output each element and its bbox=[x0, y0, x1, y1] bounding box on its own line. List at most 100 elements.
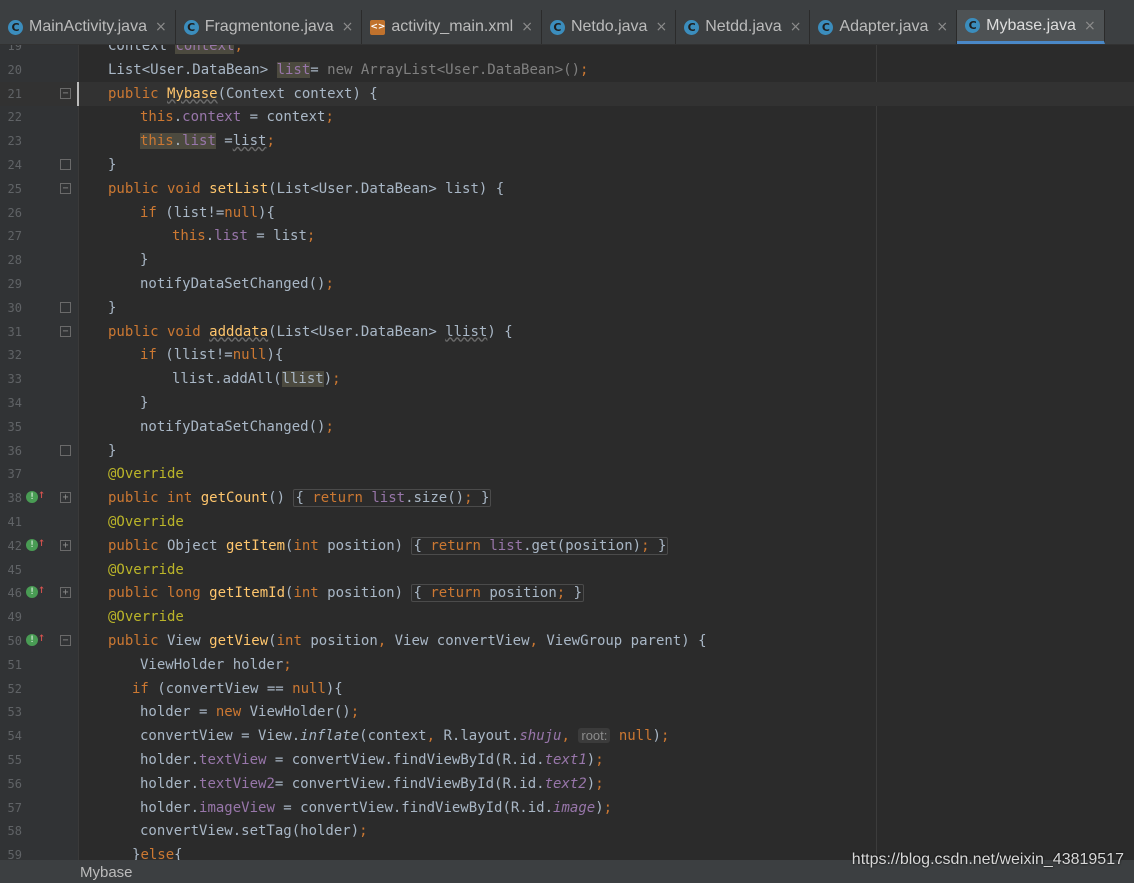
code-text[interactable]: this.list = list; bbox=[172, 224, 315, 248]
code-text[interactable]: } bbox=[140, 391, 148, 415]
override-marker-icon[interactable]: ! bbox=[26, 538, 38, 551]
code-line[interactable]: 38! ↑ + public int getCount() { return list… bbox=[0, 486, 1134, 510]
code-line[interactable]: 21 − public Mybase(Context context) { bbox=[0, 81, 1134, 106]
code-line[interactable]: 26 if (list!=null){ bbox=[0, 201, 1134, 225]
code-text[interactable]: convertView.setTag(holder); bbox=[140, 819, 368, 843]
code-text[interactable]: public int getCount() { return list.size… bbox=[108, 486, 492, 510]
code-line[interactable]: 41 @Override bbox=[0, 510, 1134, 534]
code-line[interactable]: 23 this.list =list; bbox=[0, 129, 1134, 153]
code-text[interactable]: holder.imageView = convertView.findViewB… bbox=[140, 796, 612, 820]
fold-expand-icon[interactable]: + bbox=[60, 539, 71, 551]
code-line[interactable]: 25 − public void setList(List<User.DataBea… bbox=[0, 177, 1134, 201]
code-line[interactable]: 51 ViewHolder holder; bbox=[0, 653, 1134, 677]
code-line[interactable]: 57 holder.imageView = convertView.findVie… bbox=[0, 796, 1134, 820]
close-icon[interactable]: × bbox=[1084, 18, 1096, 34]
code-text[interactable]: notifyDataSetChanged(); bbox=[140, 415, 334, 439]
fold-collapse-icon[interactable]: − bbox=[60, 635, 71, 646]
code-text[interactable]: if (list!=null){ bbox=[140, 201, 275, 225]
code-text[interactable]: notifyDataSetChanged(); bbox=[140, 272, 334, 296]
code-line[interactable]: 36} bbox=[0, 439, 1134, 463]
fold-collapse-icon[interactable]: − bbox=[60, 87, 71, 99]
editor-tab[interactable]: <> activity_main.xml × bbox=[362, 10, 542, 44]
implements-arrow-icon[interactable]: ↑ bbox=[38, 488, 45, 500]
close-icon[interactable]: × bbox=[790, 19, 802, 35]
code-text[interactable]: if (convertView == null){ bbox=[132, 677, 343, 701]
code-text[interactable]: @Override bbox=[108, 510, 184, 534]
close-icon[interactable]: × bbox=[521, 19, 533, 35]
fold-collapse-icon[interactable]: − bbox=[60, 325, 71, 337]
code-line[interactable]: 55 holder.textView = convertView.findView… bbox=[0, 748, 1134, 772]
code-text[interactable]: public long getItemId(int position) { re… bbox=[108, 581, 585, 605]
code-text[interactable]: llist.addAll(llist); bbox=[172, 367, 341, 391]
code-text[interactable]: public void setList(List<User.DataBean> … bbox=[108, 177, 504, 201]
code-line[interactable]: 37 @Override bbox=[0, 462, 1134, 486]
fold-end-icon[interactable] bbox=[60, 159, 71, 170]
code-line[interactable]: 32 if (llist!=null){ bbox=[0, 343, 1134, 367]
implements-arrow-icon[interactable]: ↑ bbox=[38, 583, 45, 595]
code-text[interactable]: ViewHolder holder; bbox=[140, 653, 292, 677]
override-marker-icon[interactable]: ! bbox=[26, 634, 38, 646]
code-text[interactable]: if (llist!=null){ bbox=[140, 343, 283, 367]
code-text[interactable]: @Override bbox=[108, 558, 184, 582]
fold-expand-icon[interactable]: + bbox=[60, 587, 71, 599]
code-text[interactable]: } bbox=[140, 248, 148, 272]
code-text[interactable]: holder = new ViewHolder(); bbox=[140, 700, 359, 724]
code-line[interactable]: 20 List<User.DataBean> list= new ArrayLis… bbox=[0, 58, 1134, 82]
code-line[interactable]: 42! ↑ + public Object getItem(int position)… bbox=[0, 534, 1134, 558]
fold-end-icon[interactable] bbox=[60, 444, 71, 456]
editor-tab[interactable]: C Fragmentone.java × bbox=[176, 10, 363, 44]
code-line[interactable]: 54 convertView = View.inflate(context, R.… bbox=[0, 724, 1134, 748]
code-line[interactable]: 24} bbox=[0, 153, 1134, 177]
fold-collapse-icon[interactable]: − bbox=[60, 182, 71, 194]
code-line[interactable]: 35 notifyDataSetChanged(); bbox=[0, 415, 1134, 439]
code-line[interactable]: 49 @Override bbox=[0, 605, 1134, 629]
code-text[interactable]: } bbox=[108, 153, 116, 177]
fold-expand-icon[interactable]: + bbox=[60, 492, 71, 504]
override-marker-icon[interactable]: ! bbox=[26, 491, 38, 504]
code-line[interactable]: 30} bbox=[0, 296, 1134, 320]
fold-end-icon[interactable] bbox=[60, 301, 71, 313]
code-line[interactable]: 52 if (convertView == null){ bbox=[0, 677, 1134, 701]
breadcrumb[interactable]: Mybase bbox=[80, 864, 133, 881]
code-text[interactable]: public Object getItem(int position) { re… bbox=[108, 534, 669, 558]
editor-tab[interactable]: C MainActivity.java × bbox=[0, 10, 176, 44]
code-text[interactable]: List<User.DataBean> list= new ArrayList<… bbox=[108, 58, 588, 82]
override-marker-icon[interactable]: ! bbox=[26, 586, 38, 599]
code-text[interactable]: convertView = View.inflate(context, R.la… bbox=[140, 724, 669, 748]
code-text[interactable]: holder.textView2= convertView.findViewBy… bbox=[140, 772, 604, 796]
code-line[interactable]: 27 this.list = list; bbox=[0, 224, 1134, 248]
code-line[interactable]: 50! ↑ − public View getView(int position, V… bbox=[0, 629, 1134, 653]
code-line[interactable]: 58 convertView.setTag(holder); bbox=[0, 819, 1134, 843]
code-line[interactable]: 19 Context context; bbox=[0, 45, 1134, 58]
code-text[interactable]: public Mybase(Context context) { bbox=[108, 82, 378, 106]
code-line[interactable]: 33 llist.addAll(llist); bbox=[0, 367, 1134, 391]
code-line[interactable]: 56 holder.textView2= convertView.findView… bbox=[0, 772, 1134, 796]
code-line[interactable]: 53 holder = new ViewHolder(); bbox=[0, 700, 1134, 724]
code-text[interactable]: @Override bbox=[108, 605, 184, 629]
code-editor[interactable]: 19 Context context; 20 List<User.DataBean> … bbox=[0, 45, 1134, 860]
close-icon[interactable]: × bbox=[342, 19, 354, 35]
code-text[interactable]: public View getView(int position, View c… bbox=[108, 629, 707, 653]
code-text[interactable]: @Override bbox=[108, 462, 184, 486]
code-line[interactable]: 34} bbox=[0, 391, 1134, 415]
close-icon[interactable]: × bbox=[655, 19, 667, 35]
code-text[interactable]: }else{ bbox=[132, 843, 183, 860]
close-icon[interactable]: × bbox=[936, 19, 948, 35]
code-text[interactable]: this.list =list; bbox=[140, 129, 275, 153]
code-line[interactable]: 46! ↑ + public long getItemId(int position)… bbox=[0, 581, 1134, 605]
editor-tab[interactable]: C Adapter.java × bbox=[810, 10, 958, 44]
implements-arrow-icon[interactable]: ↑ bbox=[38, 536, 45, 548]
code-line[interactable]: 22 this.context = context; bbox=[0, 105, 1134, 129]
code-text[interactable]: holder.textView = convertView.findViewBy… bbox=[140, 748, 604, 772]
editor-tab[interactable]: C Netdd.java × bbox=[676, 10, 811, 44]
close-icon[interactable]: × bbox=[155, 19, 167, 35]
code-text[interactable]: } bbox=[108, 296, 116, 320]
code-line[interactable]: 29 notifyDataSetChanged(); bbox=[0, 272, 1134, 296]
code-text[interactable]: this.context = context; bbox=[140, 105, 334, 129]
editor-tab[interactable]: C Netdo.java × bbox=[542, 10, 677, 44]
code-line[interactable]: 28} bbox=[0, 248, 1134, 272]
implements-arrow-icon[interactable]: ↑ bbox=[38, 631, 45, 643]
code-text[interactable]: Context context; bbox=[108, 45, 243, 58]
code-text[interactable]: } bbox=[108, 439, 116, 463]
code-line[interactable]: 45 @Override bbox=[0, 558, 1134, 582]
